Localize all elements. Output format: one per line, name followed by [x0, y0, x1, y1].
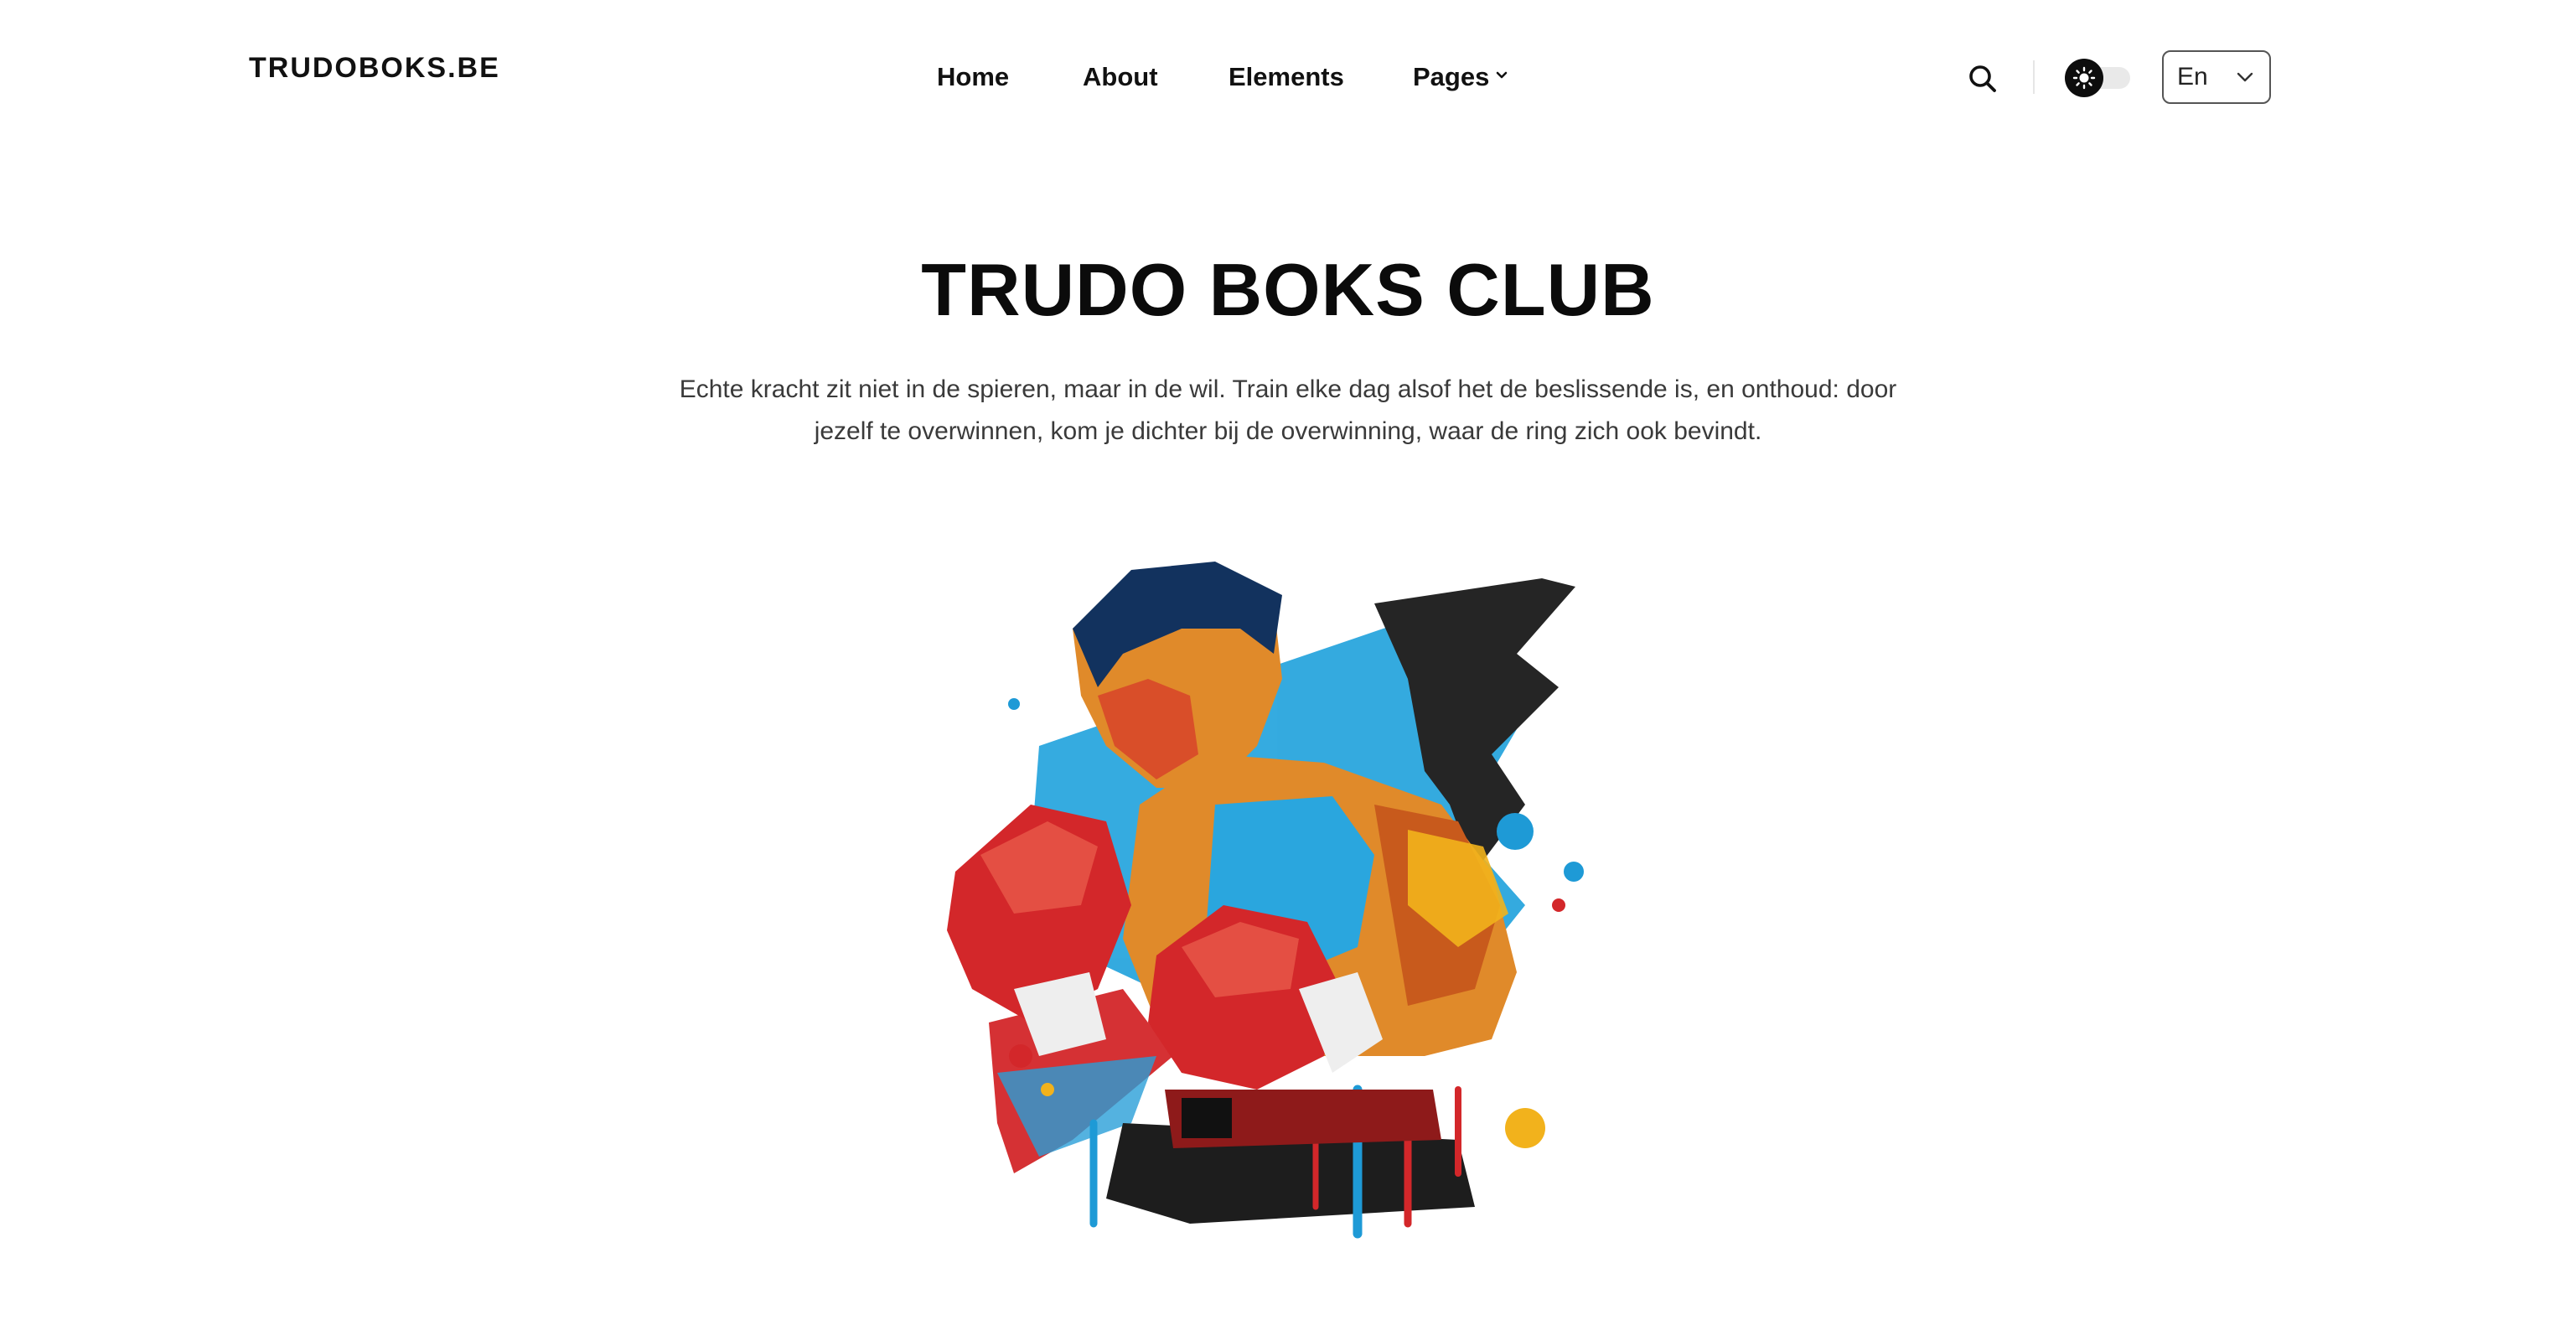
nav-item-pages-label: Pages [1413, 62, 1490, 91]
search-icon [1969, 65, 1996, 92]
language-select-value: En [2177, 63, 2208, 91]
chevron-down-icon [1497, 71, 1508, 79]
nav-item-pages[interactable]: Pages [1413, 59, 1508, 96]
language-select[interactable]: En [2162, 50, 2271, 104]
nav-item-elements[interactable]: Elements [1229, 59, 1344, 96]
chevron-down-icon [2237, 72, 2253, 82]
hero-title: TRUDO BOKS CLUB [921, 248, 1655, 331]
nav-item-about[interactable]: About [1083, 59, 1158, 96]
boxer-illustration [939, 553, 1609, 1240]
header-divider [2033, 60, 2035, 94]
site-header: TRUDOBOKS.BE Home About Elements Pages E… [0, 0, 2576, 154]
nav-item-home[interactable]: Home [937, 59, 1009, 96]
sun-icon [2072, 66, 2096, 90]
theme-toggle-knob [2065, 59, 2103, 97]
hero-description: Echte kracht zit niet in de spieren, maa… [679, 375, 1897, 445]
theme-toggle[interactable] [2065, 59, 2132, 97]
boxer-image [947, 562, 1584, 1239]
search-button[interactable] [1966, 62, 1999, 96]
